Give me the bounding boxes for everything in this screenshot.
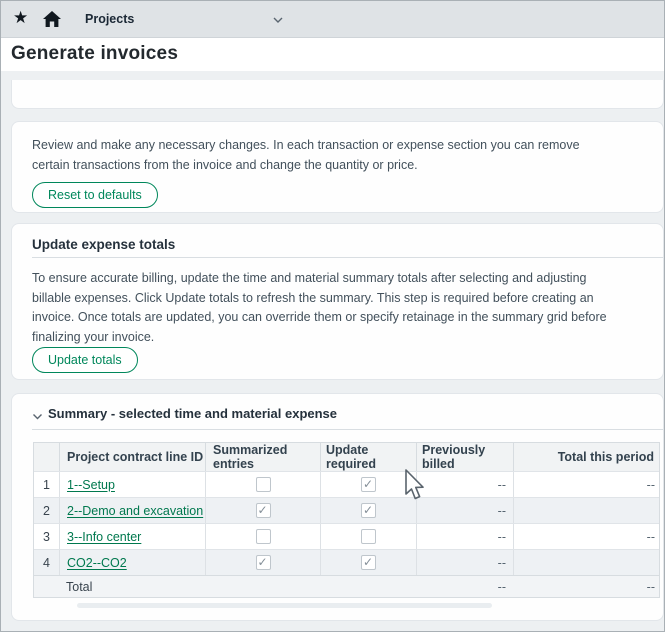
app-window: ★ Projects Generate invoices Review and … — [0, 0, 665, 632]
row-number: 4 — [34, 550, 59, 575]
horizontal-scrollbar[interactable] — [77, 603, 492, 608]
total-this-period-value: -- — [513, 472, 661, 497]
column-header-update-required[interactable]: Update required — [320, 443, 416, 471]
summarized-entries-checkbox[interactable] — [256, 555, 271, 570]
table-row: 2 2--Demo and excavation -- — [34, 497, 659, 523]
row-number: 3 — [34, 524, 59, 549]
table-header-row: Project contract line ID Summarized entr… — [34, 443, 659, 471]
update-totals-button[interactable]: Update totals — [32, 347, 138, 373]
table-row: 1 1--Setup -- -- — [34, 471, 659, 497]
contract-line-link[interactable]: CO2--CO2 — [67, 556, 127, 570]
summary-table: Project contract line ID Summarized entr… — [33, 442, 660, 598]
home-icon[interactable] — [42, 9, 62, 29]
update-required-checkbox[interactable] — [361, 529, 376, 544]
page-title: Generate invoices — [11, 43, 178, 65]
table-row: 3 3--Info center -- -- — [34, 523, 659, 549]
top-nav-bar: ★ Projects — [1, 1, 664, 38]
contract-line-link[interactable]: 1--Setup — [67, 478, 115, 492]
page-header: Generate invoices — [1, 38, 664, 71]
total-this-period-value: -- — [513, 524, 661, 549]
summarized-entries-checkbox[interactable] — [256, 503, 271, 518]
total-previously-billed: -- — [416, 576, 513, 597]
row-number: 2 — [34, 498, 59, 523]
chevron-down-icon[interactable] — [272, 13, 284, 25]
column-header-rownum — [34, 443, 59, 471]
update-required-checkbox[interactable] — [361, 555, 376, 570]
summarized-entries-checkbox[interactable] — [256, 477, 271, 492]
scrolled-card-partial — [11, 80, 664, 109]
table-total-row: Total -- -- — [34, 575, 659, 598]
review-instructions-text: Review and make any necessary changes. I… — [32, 136, 612, 175]
row-number: 1 — [34, 472, 59, 497]
review-changes-card: Review and make any necessary changes. I… — [11, 121, 664, 213]
section-title-summary[interactable]: Summary - selected time and material exp… — [48, 406, 337, 421]
contract-line-link[interactable]: 3--Info center — [67, 530, 141, 544]
previously-billed-value: -- — [416, 498, 513, 523]
chevron-down-icon[interactable] — [32, 409, 43, 420]
previously-billed-value: -- — [416, 550, 513, 575]
update-expense-totals-card: Update expense totals To ensure accurate… — [11, 223, 664, 380]
star-icon[interactable]: ★ — [13, 8, 28, 28]
column-header-total-this-period[interactable]: Total this period — [513, 443, 661, 471]
reset-to-defaults-button[interactable]: Reset to defaults — [32, 182, 158, 208]
total-this-period-value — [513, 498, 661, 523]
column-header-line-id[interactable]: Project contract line ID — [59, 443, 205, 471]
section-title-update-expense-totals: Update expense totals — [32, 237, 175, 252]
previously-billed-value: -- — [416, 472, 513, 497]
summary-card: Summary - selected time and material exp… — [11, 393, 664, 621]
summarized-entries-checkbox[interactable] — [256, 529, 271, 544]
column-header-summarized[interactable]: Summarized entries — [205, 443, 320, 471]
previously-billed-value: -- — [416, 524, 513, 549]
update-required-checkbox[interactable] — [361, 503, 376, 518]
total-this-period-value — [513, 550, 661, 575]
update-totals-instructions-text: To ensure accurate billing, update the t… — [32, 269, 624, 347]
table-row: 4 CO2--CO2 -- — [34, 549, 659, 575]
column-header-previously-billed[interactable]: Previously billed — [416, 443, 513, 471]
nav-module-selector[interactable]: Projects — [85, 12, 134, 26]
update-required-checkbox[interactable] — [361, 477, 376, 492]
total-this-period: -- — [513, 576, 661, 597]
contract-line-link[interactable]: 2--Demo and excavation — [67, 504, 203, 518]
total-label: Total — [59, 576, 205, 597]
section-divider — [32, 257, 663, 258]
section-divider — [32, 429, 663, 430]
